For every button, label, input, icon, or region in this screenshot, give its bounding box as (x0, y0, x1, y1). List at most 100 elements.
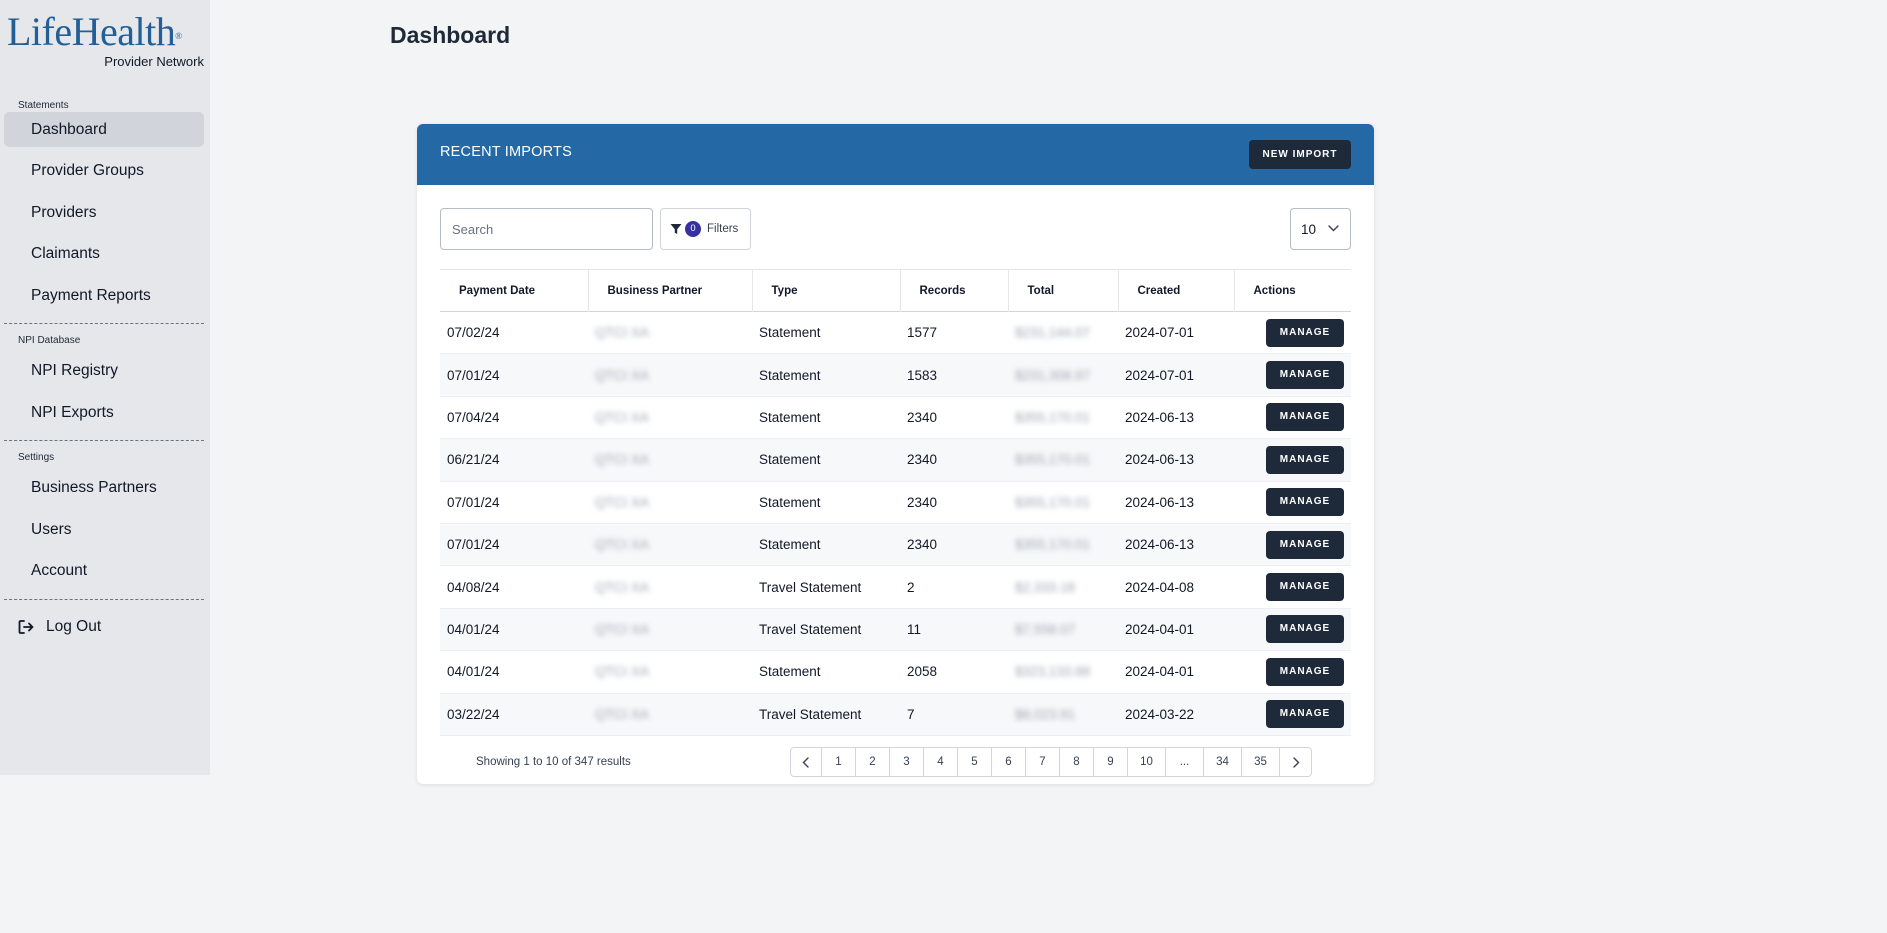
manage-button[interactable]: MANAGE (1266, 615, 1344, 644)
page-button[interactable]: 8 (1060, 748, 1094, 776)
logout-icon (18, 620, 34, 634)
manage-button[interactable]: MANAGE (1266, 573, 1344, 602)
records-cell: 1583 (907, 367, 938, 383)
created-cell: 2024-04-01 (1125, 664, 1195, 680)
prev-page-button[interactable] (791, 748, 822, 776)
total-cell: $355,170.01 (1015, 494, 1091, 510)
business-partner-cell: QTCI XA (595, 367, 650, 383)
created-cell: 2024-06-13 (1125, 452, 1195, 468)
total-cell: $231,308.97 (1015, 367, 1091, 383)
sidebar-item-claimants[interactable]: Claimants (4, 236, 204, 271)
column-header-business-partner[interactable]: Business Partner (588, 269, 753, 312)
page-button[interactable]: 10 (1128, 748, 1166, 776)
actions-cell: MANAGE (1234, 312, 1351, 354)
actions-cell: MANAGE (1234, 523, 1351, 565)
table-row: 04/01/24 QTCI XA Travel Statement 11 $7,558.… (440, 608, 1351, 651)
page-button[interactable]: 7 (1026, 748, 1060, 776)
manage-button[interactable]: MANAGE (1266, 488, 1344, 517)
business-partner-cell: QTCI XA (595, 664, 650, 680)
records-cell: 2340 (907, 452, 938, 468)
sidebar-item-npi-registry[interactable]: NPI Registry (4, 353, 204, 388)
next-page-button[interactable] (1280, 748, 1311, 776)
sidebar-item-provider-groups[interactable]: Provider Groups (4, 153, 204, 188)
actions-cell: MANAGE (1234, 481, 1351, 523)
column-header-total[interactable]: Total (1008, 269, 1119, 312)
page-button[interactable]: 2 (856, 748, 890, 776)
payment-date-cell: 07/01/24 (447, 537, 500, 553)
created-cell: 2024-04-01 (1125, 621, 1195, 637)
page-button[interactable]: 6 (992, 748, 1026, 776)
logout-button[interactable]: Log Out (18, 616, 101, 638)
search-input[interactable] (440, 208, 653, 250)
table-row: 07/02/24 QTCI XA Statement 1577 $231,144.07 2… (440, 312, 1351, 354)
manage-button[interactable]: MANAGE (1266, 657, 1344, 686)
manage-button[interactable]: MANAGE (1266, 361, 1344, 390)
section-label-settings: Settings (18, 452, 55, 463)
business-partner-cell: QTCI XA (595, 325, 650, 341)
records-cell: 7 (907, 706, 915, 722)
created-cell: 2024-04-08 (1125, 579, 1195, 595)
page-size-value: 10 (1301, 221, 1317, 237)
created-cell: 2024-06-13 (1125, 409, 1195, 425)
recent-imports-card: RECENT IMPORTS NEW IMPORT 0 Filters 10 P… (417, 124, 1374, 784)
created-cell: 2024-03-22 (1125, 706, 1195, 722)
business-partner-cell: QTCI XA (595, 537, 650, 553)
page-button[interactable]: 4 (924, 748, 958, 776)
page-size-select[interactable]: 10 (1290, 208, 1351, 250)
payment-date-cell: 07/01/24 (447, 494, 500, 510)
sidebar-item-account[interactable]: Account (4, 553, 204, 588)
sidebar-item-payment-reports[interactable]: Payment Reports (4, 278, 204, 313)
sidebar-item-providers[interactable]: Providers (4, 195, 204, 230)
logo-registered-mark: ® (175, 31, 182, 41)
page-button[interactable]: 9 (1094, 748, 1128, 776)
column-header-created[interactable]: Created (1118, 269, 1235, 312)
table-row: 04/01/24 QTCI XA Statement 2058 $323,133.88 2… (440, 651, 1351, 694)
pagination: 1 2 3 4 5 6 7 8 9 10... 34 35 (790, 747, 1312, 777)
actions-cell: MANAGE (1234, 396, 1351, 438)
table-row: 07/01/24 QTCI XA Statement 2340 $355,170.01 2… (440, 523, 1351, 566)
page-button[interactable]: 35 (1242, 748, 1280, 776)
table-row: 07/04/24 QTCI XA Statement 2340 $355,170.01 2… (440, 396, 1351, 439)
column-header-payment-date[interactable]: Payment Date (440, 269, 589, 312)
created-cell: 2024-06-13 (1125, 537, 1195, 553)
sidebar-divider (4, 599, 204, 600)
results-summary-suffix: results (596, 756, 631, 768)
manage-button[interactable]: MANAGE (1266, 445, 1344, 474)
manage-button[interactable]: MANAGE (1266, 318, 1344, 347)
column-header-records[interactable]: Records (900, 269, 1009, 312)
business-partner-cell: QTCI XA (595, 494, 650, 510)
page-button[interactable]: 5 (958, 748, 992, 776)
results-of-word: of (561, 756, 572, 768)
table-row: 06/21/24 QTCI XA Statement 2340 $355,170.01 2… (440, 438, 1351, 482)
payment-date-cell: 06/21/24 (447, 452, 500, 468)
logo-wordmark: LifeHealth (7, 9, 176, 54)
sidebar-item-npi-exports[interactable]: NPI Exports (4, 395, 204, 430)
filters-button[interactable]: 0 Filters (660, 208, 751, 250)
sidebar-item-dashboard[interactable]: Dashboard (4, 112, 204, 147)
manage-button[interactable]: MANAGE (1266, 403, 1344, 432)
business-partner-cell: QTCI XA (595, 621, 650, 637)
logo-subtitle: Provider Network (104, 54, 204, 69)
logout-label: Log Out (46, 618, 102, 635)
manage-button[interactable]: MANAGE (1266, 530, 1344, 559)
page-button[interactable]: 3 (890, 748, 924, 776)
new-import-button[interactable]: NEW IMPORT (1249, 140, 1351, 169)
results-from: 1 (523, 756, 530, 768)
total-cell: $8,023.91 (1015, 706, 1076, 722)
sidebar-item-business-partners[interactable]: Business Partners (4, 470, 204, 505)
total-cell: $355,170.01 (1015, 409, 1091, 425)
manage-button[interactable]: MANAGE (1266, 700, 1344, 729)
sidebar-item-users[interactable]: Users (4, 512, 204, 547)
card-header: RECENT IMPORTS NEW IMPORT (417, 124, 1374, 185)
type-cell: Statement (759, 537, 821, 553)
page-button[interactable]: 1 (822, 748, 856, 776)
total-cell: $355,170.01 (1015, 537, 1091, 553)
sidebar-divider (4, 323, 204, 324)
page-button[interactable]: 34 (1204, 748, 1242, 776)
type-cell: Travel Statement (759, 706, 862, 722)
actions-cell: MANAGE (1234, 651, 1351, 693)
total-cell: $231,144.07 (1015, 325, 1091, 341)
type-cell: Statement (759, 494, 821, 510)
table-row: 03/22/24 QTCI XA Travel Statement 7 $8,023.9… (440, 693, 1351, 736)
column-header-type[interactable]: Type (752, 269, 901, 312)
